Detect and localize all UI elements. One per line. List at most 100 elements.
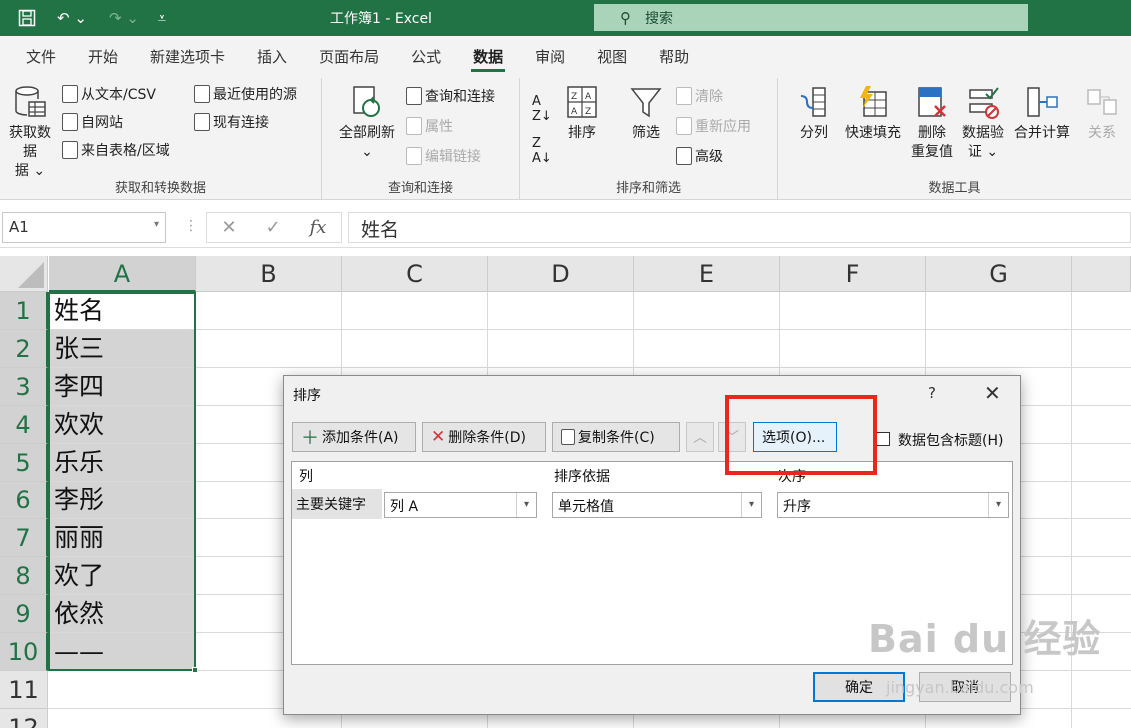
chevron-down-icon[interactable]: ▾: [988, 493, 1008, 517]
chevron-down-icon[interactable]: ▾: [154, 219, 159, 230]
tab-home[interactable]: 开始: [72, 36, 134, 78]
tab-formulas[interactable]: 公式: [395, 36, 457, 78]
sort-button[interactable]: ZAAZ 排序: [562, 84, 602, 143]
row-header[interactable]: 7: [0, 519, 48, 557]
svg-text:A: A: [571, 107, 578, 117]
queries-connections-button[interactable]: 查询和连接: [406, 86, 495, 106]
has-header-checkbox[interactable]: [876, 432, 890, 446]
refresh-icon: [353, 86, 380, 117]
data-validation-button[interactable]: 数据验 证 ⌄: [958, 84, 1008, 162]
add-level-button[interactable]: ＋添加条件(A): [292, 422, 416, 452]
row-header[interactable]: 2: [0, 330, 48, 368]
flash-fill-icon: [860, 86, 887, 117]
filter-button[interactable]: 筛选: [624, 84, 668, 143]
data-validation-label: 数据验: [962, 125, 1004, 141]
formula-input[interactable]: 姓名: [348, 212, 1131, 243]
database-icon: [15, 86, 46, 117]
row-header[interactable]: 9: [0, 595, 48, 633]
row-header[interactable]: 5: [0, 444, 48, 482]
chevron-down-icon[interactable]: ▾: [516, 493, 536, 517]
select-all-corner[interactable]: [0, 256, 48, 292]
remove-duplicates-button[interactable]: 删除 重复值: [908, 84, 956, 162]
plus-icon: ＋: [301, 428, 319, 449]
copy-icon: [561, 429, 575, 445]
order-select[interactable]: 升序 ▾: [777, 492, 1009, 518]
from-web-button[interactable]: 自网站: [62, 112, 123, 132]
search-box[interactable]: ⚲ 搜索: [594, 4, 1028, 31]
tab-review[interactable]: 审阅: [519, 36, 581, 78]
cancel-entry-icon[interactable]: ✕: [221, 217, 236, 238]
row-header[interactable]: 1: [0, 292, 48, 330]
tab-page-layout[interactable]: 页面布局: [303, 36, 395, 78]
name-box[interactable]: A1 ▾: [2, 212, 166, 243]
advanced-filter-button[interactable]: 高级: [676, 146, 723, 166]
column-select[interactable]: 列 A ▾: [384, 492, 537, 518]
save-icon[interactable]: [14, 6, 40, 30]
text-to-columns-button[interactable]: 分列: [792, 84, 836, 143]
column-header-c[interactable]: C: [342, 256, 488, 292]
existing-connections-button[interactable]: 现有连接: [194, 112, 269, 132]
from-text-csv-button[interactable]: 从文本/CSV: [62, 84, 156, 104]
get-data-button[interactable]: 获取数据 据 ⌄: [4, 84, 56, 181]
group-data-tools: 分列 快速填充 删除 重复值 数据验 证 ⌄ 合并计算 关系 数据工具: [778, 78, 1131, 200]
flash-fill-label: 快速填充: [845, 125, 901, 141]
column-header-b[interactable]: B: [196, 256, 342, 292]
clear-filter-button[interactable]: 清除: [676, 86, 723, 106]
close-icon[interactable]: ✕: [984, 381, 1001, 405]
consolidate-icon: [1027, 87, 1058, 117]
copy-level-button[interactable]: 复制条件(C): [552, 422, 680, 452]
window-title: 工作簿1 - Excel: [330, 11, 432, 27]
fill-handle[interactable]: [192, 667, 198, 673]
column-header-h[interactable]: [1072, 256, 1131, 292]
add-level-label: 添加条件(A): [322, 430, 399, 446]
sort-on-select[interactable]: 单元格值 ▾: [552, 492, 762, 518]
row-header[interactable]: 3: [0, 368, 48, 406]
properties-button[interactable]: 属性: [406, 116, 453, 136]
redo-icon[interactable]: ↷ ⌄: [104, 6, 144, 30]
tab-data[interactable]: 数据: [457, 36, 519, 78]
queries-connections-label: 查询和连接: [425, 89, 495, 105]
tab-help[interactable]: 帮助: [643, 36, 705, 78]
group-label-get-data: 获取和转换数据: [114, 181, 206, 196]
group-get-data: 获取数据 据 ⌄ 从文本/CSV 自网站 来自表格/区域 最近使用的源 现有连接…: [0, 78, 322, 200]
column-header-g[interactable]: G: [926, 256, 1072, 292]
recent-sources-button[interactable]: 最近使用的源: [194, 84, 297, 104]
row-header[interactable]: 8: [0, 557, 48, 595]
row-header[interactable]: 11: [0, 671, 48, 709]
undo-icon[interactable]: ↶ ⌄: [52, 6, 92, 30]
edit-links-button[interactable]: 编辑链接: [406, 146, 481, 166]
tab-file[interactable]: 文件: [10, 36, 72, 78]
consolidate-button[interactable]: 合并计算: [1010, 84, 1074, 143]
refresh-all-button[interactable]: 全部刷新 ⌄: [334, 84, 400, 162]
formula-buttons: ✕ ✓ fx: [206, 212, 342, 243]
flash-fill-button[interactable]: 快速填充: [840, 84, 906, 143]
column-header-d[interactable]: D: [488, 256, 634, 292]
tab-new[interactable]: 新建选项卡: [134, 36, 241, 78]
move-up-icon[interactable]: ︿: [686, 422, 714, 452]
sort-desc-icon[interactable]: Z A↓: [532, 136, 552, 166]
name-box-value: A1: [9, 218, 29, 236]
row-header[interactable]: 10: [0, 633, 48, 671]
chevron-down-icon[interactable]: ▾: [741, 493, 761, 517]
sort-by-label: 主要关键字: [292, 489, 382, 519]
tab-insert[interactable]: 插入: [241, 36, 303, 78]
delete-level-button[interactable]: ✕ 删除条件(D): [422, 422, 546, 452]
relationships-button[interactable]: 关系: [1080, 84, 1124, 143]
from-table-button[interactable]: 来自表格/区域: [62, 140, 170, 160]
row-header[interactable]: 4: [0, 406, 48, 444]
insert-function-icon[interactable]: fx: [310, 217, 327, 238]
help-icon[interactable]: ?: [928, 384, 936, 402]
sort-asc-icon[interactable]: A Z↓: [532, 94, 552, 124]
formula-separator-icon[interactable]: ⋮: [184, 218, 198, 234]
row-header[interactable]: 6: [0, 482, 48, 519]
column-header-a[interactable]: A: [49, 256, 196, 292]
properties-label: 属性: [425, 119, 453, 135]
column-header-e[interactable]: E: [634, 256, 780, 292]
column-header-f[interactable]: F: [780, 256, 926, 292]
from-table-label: 来自表格/区域: [81, 143, 170, 159]
confirm-entry-icon[interactable]: ✓: [266, 217, 281, 238]
reapply-button[interactable]: 重新应用: [676, 116, 751, 136]
customize-toolbar-icon[interactable]: ⩡: [152, 6, 172, 30]
tab-view[interactable]: 视图: [581, 36, 643, 78]
row-header[interactable]: 12: [0, 709, 48, 728]
